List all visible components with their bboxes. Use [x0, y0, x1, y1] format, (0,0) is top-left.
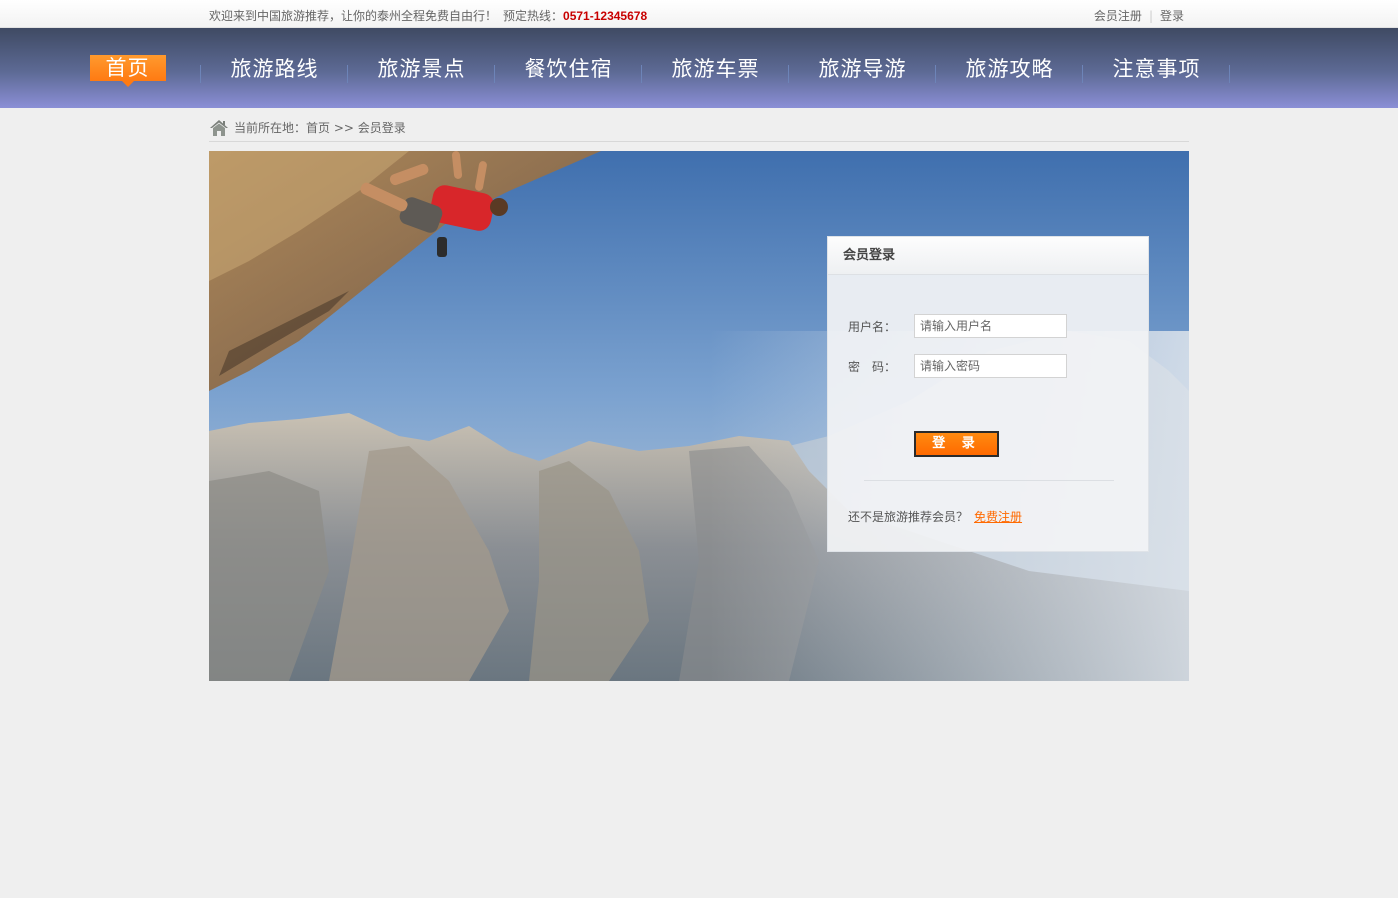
register-prompt: 还不是旅游推荐会员？ 免费注册 — [848, 508, 1022, 525]
breadcrumb: 当前所在地：首页 >> 会员登录 — [209, 114, 1189, 142]
username-label: 用户名： — [848, 319, 897, 334]
nav-item-attractions[interactable]: 旅游景点 — [348, 28, 495, 108]
top-bar: 欢迎来到中国旅游推荐，让你的泰州全程免费自由行！ 预定热线：0571-123456… — [0, 0, 1398, 28]
free-register-link[interactable]: 免费注册 — [974, 510, 1022, 524]
nav-item-label: 首页 — [89, 55, 166, 87]
main-nav: 首页 旅游路线 旅游景点 餐饮住宿 旅游车票 旅游导游 旅游攻略 注意事项 — [0, 28, 1398, 108]
nav-item-label: 旅游导游 — [818, 57, 907, 81]
username-row: 用户名： — [848, 314, 1067, 338]
nav-item-label: 旅游景点 — [377, 57, 466, 81]
nav-item-label: 注意事项 — [1112, 57, 1201, 81]
login-button[interactable]: 登 录 — [914, 431, 999, 457]
nav-item-dining-lodging[interactable]: 餐饮住宿 — [495, 28, 642, 108]
hotline-number: 0571-12345678 — [563, 9, 648, 23]
password-input[interactable] — [914, 354, 1067, 378]
nav-item-strategy[interactable]: 旅游攻略 — [936, 28, 1083, 108]
username-input[interactable] — [914, 314, 1067, 338]
login-panel: 会员登录 用户名： 密 码： 登 录 还不是旅游推荐会员？ 免费注册 — [827, 236, 1149, 552]
home-icon — [210, 119, 228, 136]
login-link[interactable]: 登录 — [1160, 9, 1184, 23]
welcome-message: 欢迎来到中国旅游推荐，让你的泰州全程免费自由行！ 预定热线：0571-123456… — [209, 7, 647, 24]
breadcrumb-text: 当前所在地：首页 >> 会员登录 — [234, 121, 406, 135]
nav-item-routes[interactable]: 旅游路线 — [201, 28, 348, 108]
link-separator: | — [1148, 9, 1153, 23]
register-link[interactable]: 会员注册 — [1094, 9, 1142, 23]
nav-item-tickets[interactable]: 旅游车票 — [642, 28, 789, 108]
nav-item-label: 旅游车票 — [671, 57, 760, 81]
nav-item-label: 旅游路线 — [230, 57, 319, 81]
register-prompt-text: 还不是旅游推荐会员？ — [848, 510, 969, 524]
welcome-text: 欢迎来到中国旅游推荐，让你的泰州全程免费自由行！ — [209, 9, 498, 23]
hotline-label: 预定热线： — [503, 9, 564, 23]
password-label: 密 码： — [848, 359, 897, 374]
nav-item-home[interactable]: 首页 — [54, 28, 201, 108]
account-links: 会员注册 | 登录 — [1094, 7, 1184, 24]
nav-item-label: 旅游攻略 — [965, 57, 1054, 81]
nav-item-label: 餐饮住宿 — [524, 57, 613, 81]
login-divider — [864, 480, 1114, 481]
nav-item-guides[interactable]: 旅游导游 — [789, 28, 936, 108]
login-title: 会员登录 — [828, 237, 1148, 275]
nav-item-notes[interactable]: 注意事项 — [1083, 28, 1230, 108]
password-row: 密 码： — [848, 354, 1067, 378]
